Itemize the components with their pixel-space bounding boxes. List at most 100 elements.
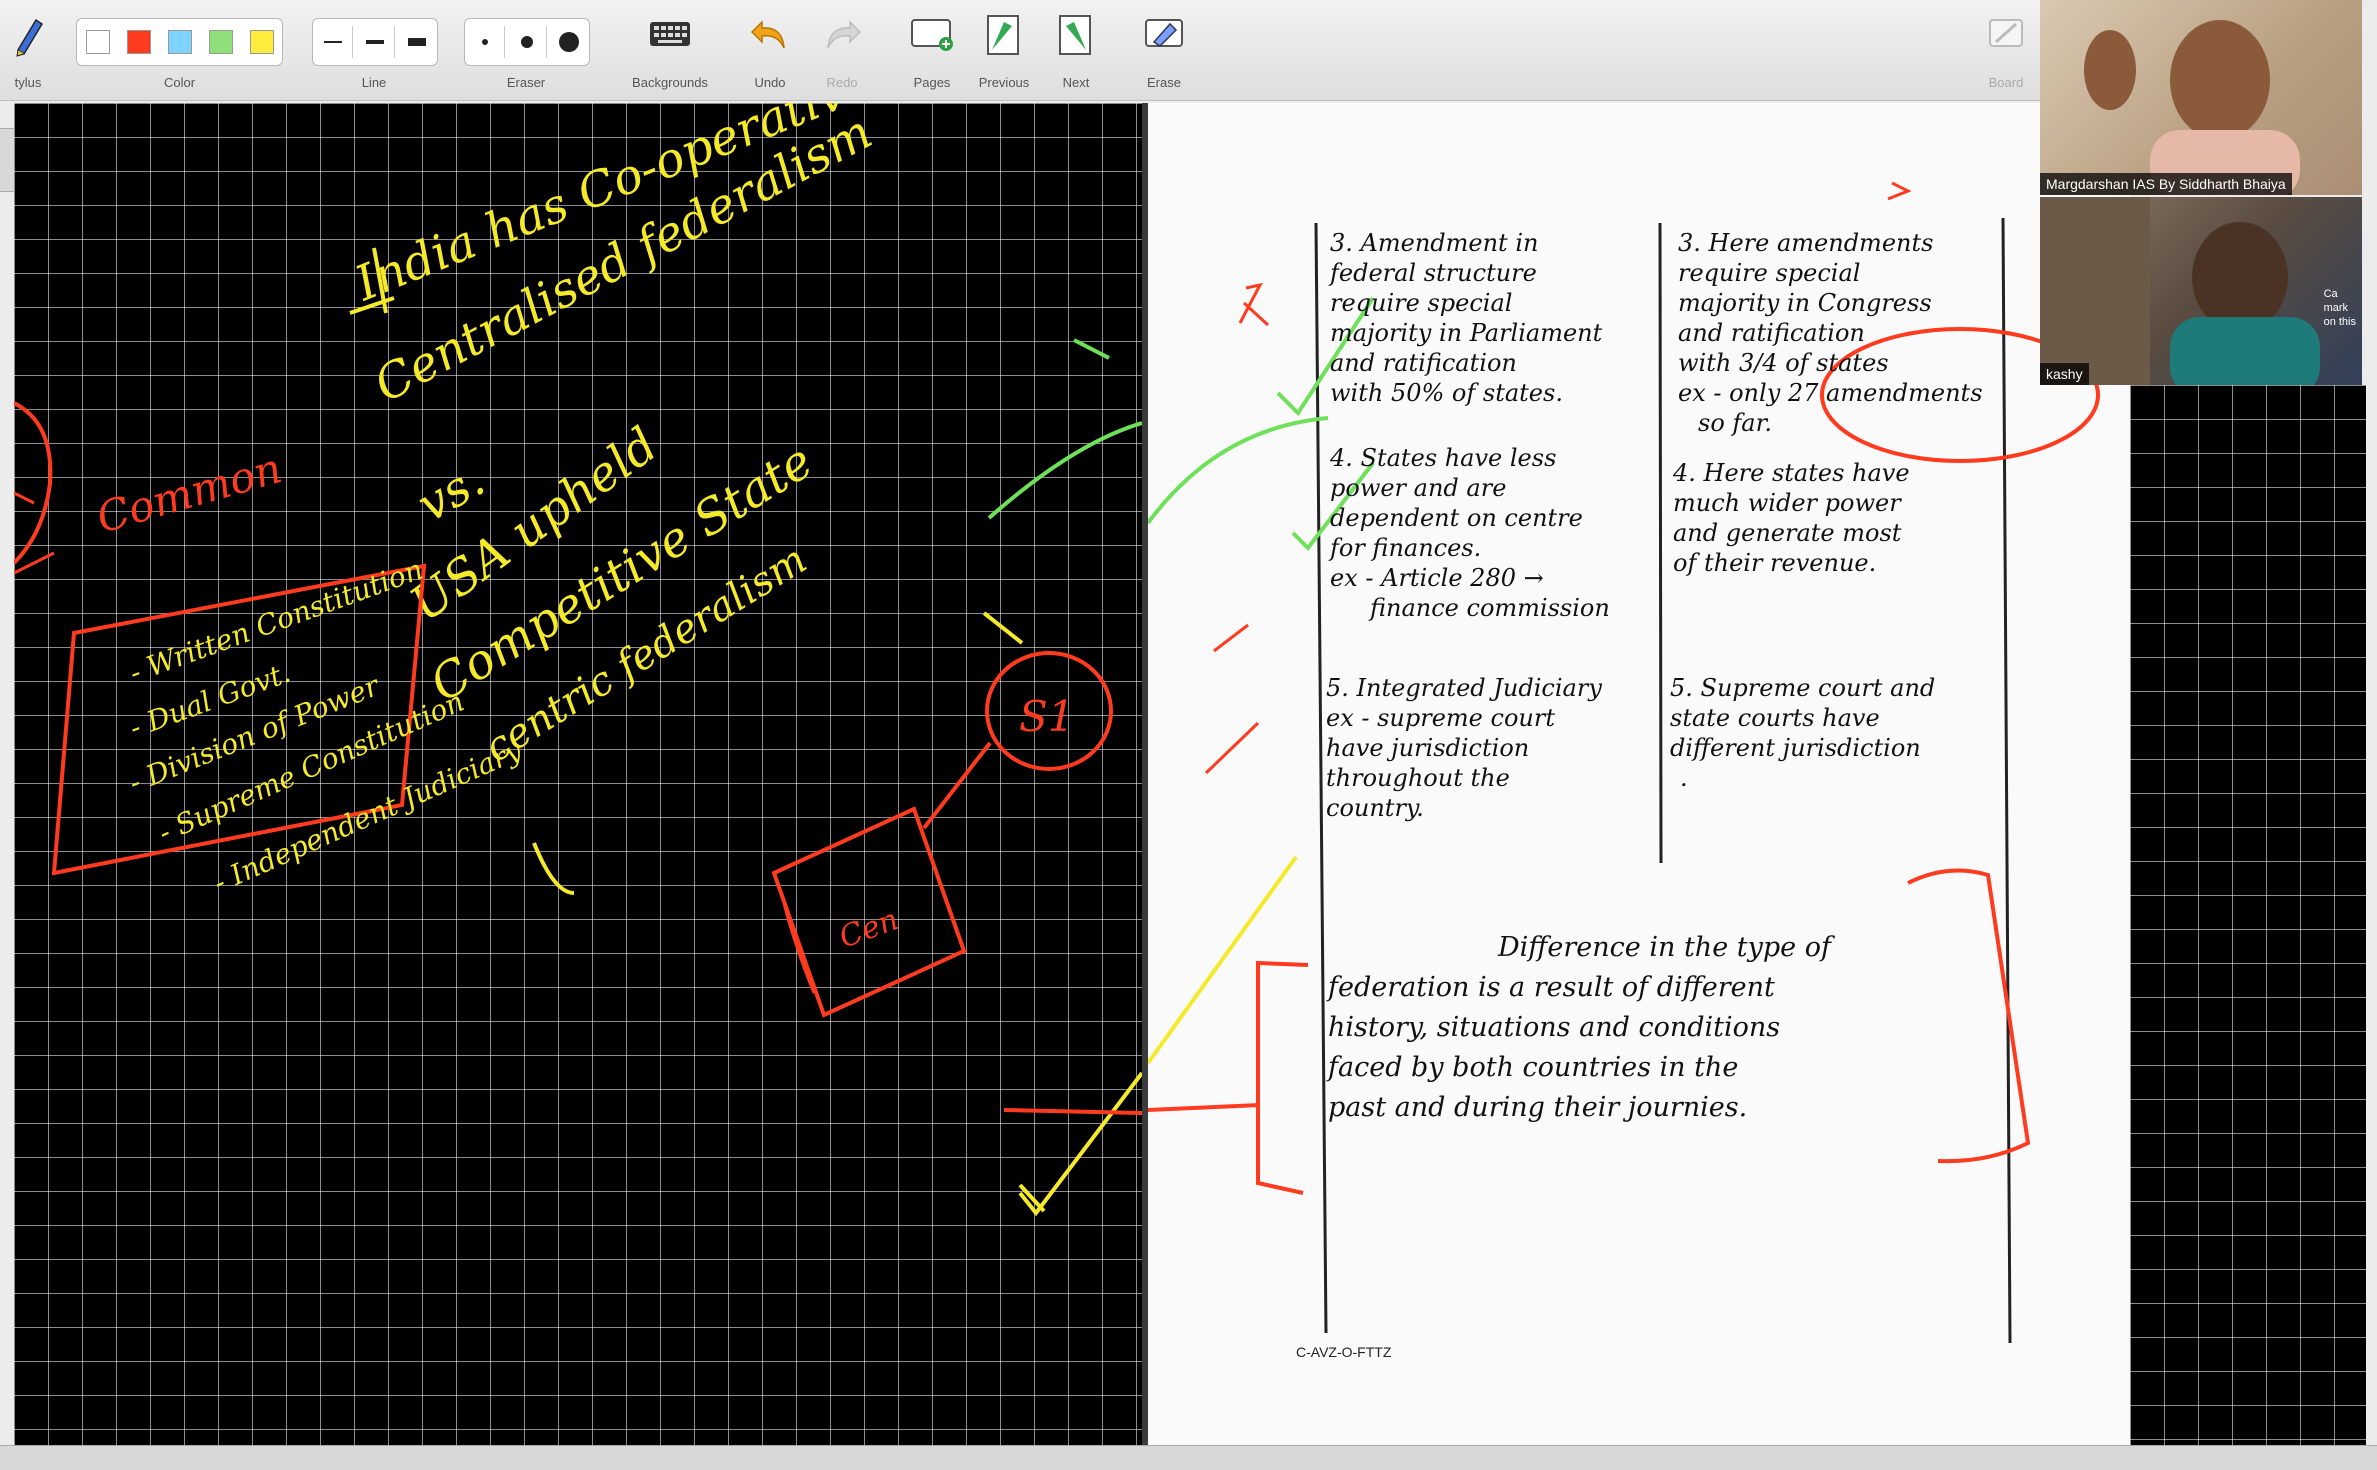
- eraser-small-button[interactable]: [466, 26, 506, 58]
- whiteboard-canvas[interactable]: India has Co-operative Centralised feder…: [14, 103, 1142, 1445]
- eraser-label: Eraser: [506, 75, 546, 90]
- row3-india-line: require special: [1330, 289, 1513, 317]
- vs-label: vs.: [408, 451, 494, 533]
- color-swatch-red[interactable]: [126, 30, 151, 54]
- centre-box-label: Cen: [835, 902, 903, 955]
- row4-usa-line: and generate most: [1673, 519, 1902, 547]
- line-thin-button[interactable]: [314, 26, 354, 58]
- bottom-bar: [0, 1445, 2377, 1470]
- color-tool: Color: [72, 10, 287, 96]
- conclusion-line: faced by both countries in the: [1328, 1052, 1739, 1083]
- participant-name: kashy: [2040, 363, 2089, 385]
- conclusion-line: federation is a result of different: [1328, 972, 1775, 1003]
- row5-usa-line: .: [1680, 764, 1688, 792]
- participant-avatar: [2040, 197, 2320, 385]
- row3-india-line: federal structure: [1330, 259, 1537, 287]
- line-width-group: [312, 18, 438, 66]
- host-avatar: [2084, 20, 2300, 195]
- row3-india-line: 3. Amendment in: [1330, 229, 1539, 257]
- row4-india-line: ex - Article 280 →: [1330, 564, 1544, 592]
- backgrounds-button[interactable]: Backgrounds: [616, 10, 724, 96]
- secondary-board: [2130, 385, 2366, 1445]
- redo-button[interactable]: Redo: [812, 10, 872, 96]
- side-fragment: mark: [2323, 302, 2349, 314]
- row4-india-cell: 4. States have less power and are depend…: [1330, 443, 1610, 623]
- previous-label: Previous: [978, 75, 1030, 90]
- next-page-icon: [1054, 14, 1098, 63]
- color-swatch-blue[interactable]: [167, 30, 192, 54]
- row5-india-line: throughout the: [1326, 764, 1510, 792]
- conclusion-line: history, situations and conditions: [1328, 1012, 1781, 1043]
- color-swatch-white[interactable]: [85, 30, 110, 54]
- previous-page-icon: [982, 14, 1026, 63]
- side-fragment: on this: [2323, 316, 2356, 328]
- pages-button[interactable]: Pages: [900, 10, 964, 96]
- answer-sheet-lines: [1148, 181, 2100, 1344]
- eraser-tool: Eraser: [460, 10, 592, 96]
- row4-india-line: for finances.: [1330, 534, 1482, 562]
- stylus-icon: [8, 14, 48, 63]
- next-button[interactable]: Next: [1044, 10, 1108, 96]
- state-circle-label: S1: [1019, 692, 1075, 741]
- row5-india-line: have jurisdiction: [1326, 734, 1530, 762]
- row5-usa-line: 5. Supreme court and: [1670, 674, 1936, 702]
- whiteboard-ink: India has Co-operative Centralised feder…: [14, 103, 1142, 1217]
- row4-india-line: power and are: [1330, 474, 1507, 502]
- row3-usa-line: with 3/4 of states: [1678, 349, 1889, 377]
- stylus-tool[interactable]: tylus: [0, 10, 56, 96]
- common-label: Common: [91, 443, 287, 542]
- undo-label: Undo: [754, 75, 786, 90]
- undo-icon: [748, 14, 792, 59]
- row3-india-line: with 50% of states.: [1330, 379, 1563, 407]
- color-swatch-green[interactable]: [208, 30, 233, 54]
- row5-india-line: 5. Integrated Judiciary: [1326, 674, 1602, 702]
- side-fragments: Ca mark on this: [2324, 287, 2356, 329]
- row5-usa-cell: 5. Supreme court and state courts have d…: [1670, 673, 1935, 793]
- line-tool: Line: [308, 10, 440, 96]
- stylus-label: tylus: [14, 75, 42, 90]
- color-swatch-yellow[interactable]: [249, 30, 274, 54]
- row5-usa-line: different jurisdiction: [1670, 734, 1921, 762]
- erase-label: Erase: [1147, 75, 1181, 90]
- pages-label: Pages: [913, 75, 951, 90]
- side-panel-tab[interactable]: [0, 128, 15, 192]
- pages-icon: [908, 14, 956, 59]
- host-video-tile[interactable]: Margdarshan IAS By Siddharth Bhaiya: [2040, 0, 2362, 195]
- row3-usa-cell: 3. Here amendments require special major…: [1678, 228, 1983, 438]
- board-button[interactable]: Board: [1976, 10, 2036, 96]
- row3-usa-line: ex - only 27 amendments: [1678, 379, 1983, 407]
- answer-sheet: 3. Amendment in federal structure requir…: [1148, 103, 2130, 1445]
- row5-india-line: country.: [1326, 794, 1424, 822]
- paper-code: C-AVZ-O-FTTZ: [1296, 1344, 1392, 1360]
- erase-button[interactable]: Erase: [1132, 10, 1196, 96]
- eraser-medium-button[interactable]: [508, 26, 547, 58]
- erase-icon: [1142, 14, 1186, 59]
- host-name: Margdarshan IAS By Siddharth Bhaiya: [2040, 173, 2292, 195]
- side-fragment: Ca: [2323, 288, 2338, 300]
- previous-button[interactable]: Previous: [968, 10, 1040, 96]
- row5-usa-line: state courts have: [1670, 704, 1880, 732]
- keyboard-icon: [646, 14, 694, 59]
- row4-india-line: dependent on centre: [1330, 504, 1583, 532]
- color-palette: [76, 18, 283, 66]
- conclusion-line: Difference in the type of: [1498, 932, 1831, 963]
- row4-usa-line: much wider power: [1673, 489, 1901, 517]
- participant-video-tile[interactable]: kashy Ca mark on this: [2040, 197, 2362, 385]
- row4-india-line: finance commission: [1370, 594, 1610, 622]
- eraser-large-button[interactable]: [550, 26, 588, 58]
- conclusion-line: past and during their journies.: [1328, 1092, 1748, 1123]
- row3-india-cell: 3. Amendment in federal structure requir…: [1330, 228, 1602, 408]
- eraser-size-group: [464, 18, 590, 66]
- board-label: Board: [1988, 75, 2024, 90]
- undo-button[interactable]: Undo: [740, 10, 800, 96]
- color-label: Color: [163, 75, 196, 90]
- row3-india-line: majority in Parliament: [1330, 319, 1603, 347]
- backgrounds-label: Backgrounds: [632, 75, 708, 90]
- red-circle-stub: [14, 401, 53, 565]
- line-medium-button[interactable]: [356, 26, 395, 58]
- row3-usa-line: so far.: [1698, 409, 1773, 437]
- row3-usa-line: and ratification: [1678, 319, 1865, 347]
- row3-india-line: and ratification: [1330, 349, 1517, 377]
- line-thick-button[interactable]: [398, 26, 436, 58]
- row4-usa-cell: 4. Here states have much wider power and…: [1673, 458, 1910, 578]
